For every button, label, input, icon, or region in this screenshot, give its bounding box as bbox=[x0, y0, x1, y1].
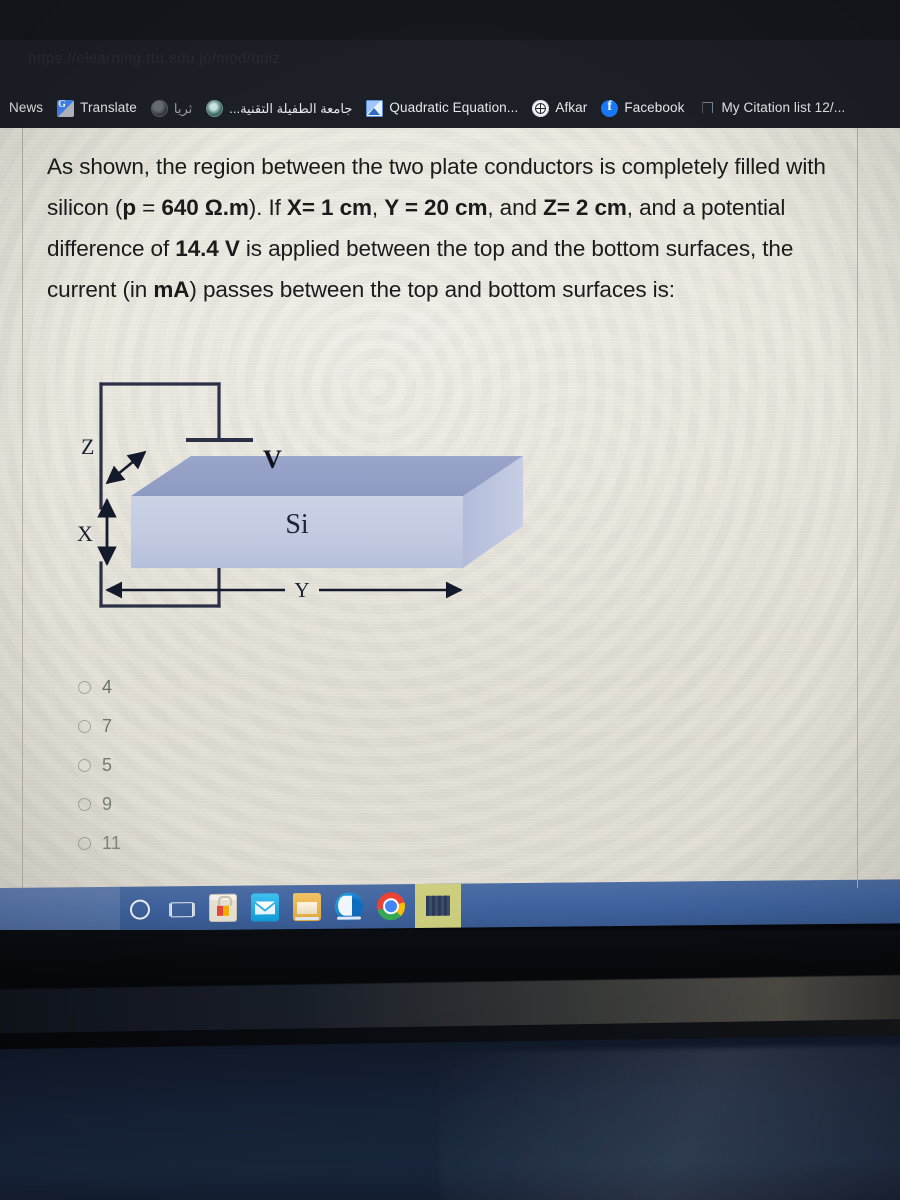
running-indicator bbox=[337, 916, 361, 920]
screenshot-root: https://elearning.ttu.edu.jo/mod/quiz Ne… bbox=[0, 0, 900, 1200]
taskbar-item-mail[interactable] bbox=[251, 893, 279, 922]
address-bar[interactable]: https://elearning.ttu.edu.jo/mod/quiz bbox=[28, 50, 358, 78]
answer-choice[interactable]: 5 bbox=[78, 746, 378, 785]
bookmark-item[interactable]: Translate bbox=[50, 94, 144, 122]
taskbar-icons bbox=[125, 883, 461, 931]
radio-button-icon[interactable] bbox=[78, 798, 91, 811]
question-fragment: , bbox=[371, 195, 385, 220]
radio-button-icon[interactable] bbox=[78, 837, 91, 850]
question-fragment: , and bbox=[487, 195, 544, 220]
radio-button-icon[interactable] bbox=[78, 759, 91, 772]
bookmark-item[interactable]: Facebook bbox=[594, 94, 691, 122]
question-fragment: Y = 20 cm bbox=[384, 195, 488, 220]
bookmark-label: News bbox=[9, 100, 44, 116]
bookmark-item[interactable]: Afkar bbox=[525, 94, 594, 122]
afkar-icon bbox=[532, 99, 550, 117]
question-card: As shown, the region between the two pla… bbox=[22, 128, 858, 888]
answer-choice[interactable]: 4 bbox=[78, 668, 378, 707]
bookmark-item[interactable]: جامعة الطفيلة التقنية... bbox=[199, 94, 359, 122]
answer-choices: 4 7 5 9 11 bbox=[78, 668, 378, 863]
question-fragment: = bbox=[136, 195, 162, 220]
taskbar-item-file-explorer[interactable] bbox=[293, 892, 321, 922]
citation-icon bbox=[698, 100, 715, 117]
browser-chrome: https://elearning.ttu.edu.jo/mod/quiz Ne… bbox=[0, 0, 900, 128]
axis-y-label: Y bbox=[294, 578, 309, 602]
bookmark-label: جامعة الطفيلة التقنية... bbox=[229, 100, 353, 116]
question-fragment: 640 Ω.m bbox=[161, 195, 249, 220]
figure-svg: Si Z X Y V bbox=[77, 382, 523, 608]
question-fragment: p bbox=[122, 195, 137, 220]
bookmark-label: Quadratic Equation... bbox=[389, 100, 519, 116]
question-fragment: 14.4 V bbox=[175, 236, 240, 261]
answer-choice-label: 4 bbox=[102, 677, 113, 697]
taskbar-item-app[interactable] bbox=[415, 883, 461, 929]
bookmark-label: Afkar bbox=[555, 100, 588, 116]
translate-icon bbox=[57, 99, 75, 117]
quiz-page: As shown, the region between the two pla… bbox=[0, 128, 900, 888]
bookmark-label: Translate bbox=[80, 100, 137, 116]
question-fragment: mA bbox=[153, 277, 190, 302]
browser-toolbar bbox=[0, 0, 900, 40]
source-label: V bbox=[263, 445, 282, 474]
bookmark-item[interactable]: My Citation list 12/... bbox=[691, 94, 852, 122]
question-fragment: ). If bbox=[248, 195, 287, 220]
radio-button-icon[interactable] bbox=[78, 681, 91, 694]
figure-silicon-slab: Si Z X Y V bbox=[73, 378, 663, 628]
question-fragment: X= 1 cm bbox=[286, 195, 372, 220]
axis-x-label: X bbox=[77, 521, 93, 546]
axis-z-arrow bbox=[105, 450, 147, 485]
bookmark-label: Facebook bbox=[624, 100, 685, 116]
bookmark-item[interactable]: ثريا bbox=[144, 94, 199, 122]
university-icon bbox=[206, 99, 224, 117]
block-label: Si bbox=[285, 509, 309, 540]
taskbar-item-task-view[interactable] bbox=[167, 894, 195, 922]
question-fragment: Z= 2 cm bbox=[543, 195, 627, 220]
answer-choice-label: 11 bbox=[102, 833, 122, 853]
taskbar-start-region[interactable] bbox=[0, 886, 120, 932]
quadratic-icon bbox=[366, 99, 384, 117]
question-fragment: ) passes between the top and bottom surf… bbox=[189, 277, 675, 302]
app-icon bbox=[426, 895, 450, 916]
bookmark-item[interactable]: Quadratic Equation... bbox=[359, 94, 525, 122]
bookmarks-bar: News Translate ثريا جامعة الطفيلة التقنية..… bbox=[0, 88, 900, 128]
bookmark-label: My Citation list 12/... bbox=[721, 100, 846, 116]
taskbar-item-store[interactable] bbox=[209, 893, 237, 922]
answer-choice-label: 9 bbox=[102, 794, 113, 814]
bookmark-label: ثريا bbox=[173, 100, 193, 116]
taskbar-item-chrome[interactable] bbox=[377, 892, 405, 921]
laptop-bezel bbox=[0, 930, 900, 1200]
running-indicator bbox=[295, 916, 319, 921]
answer-choice-label: 7 bbox=[102, 716, 113, 736]
axis-z-label: Z bbox=[81, 434, 94, 459]
answer-choice-label: 5 bbox=[102, 755, 113, 775]
thuraya-icon bbox=[150, 99, 168, 117]
bookmark-item[interactable]: News bbox=[2, 94, 50, 122]
question-text: As shown, the region between the two pla… bbox=[47, 146, 847, 310]
answer-choice[interactable]: 11 bbox=[78, 824, 378, 863]
radio-button-icon[interactable] bbox=[78, 720, 91, 733]
answer-choice[interactable]: 7 bbox=[78, 707, 378, 746]
answer-choice[interactable]: 9 bbox=[78, 785, 378, 824]
laptop-body-reflection bbox=[438, 1043, 900, 1200]
taskbar-item-edge[interactable] bbox=[335, 892, 363, 921]
facebook-icon bbox=[601, 99, 619, 117]
taskbar-item-cortana[interactable] bbox=[125, 895, 153, 923]
silicon-block bbox=[131, 456, 523, 568]
